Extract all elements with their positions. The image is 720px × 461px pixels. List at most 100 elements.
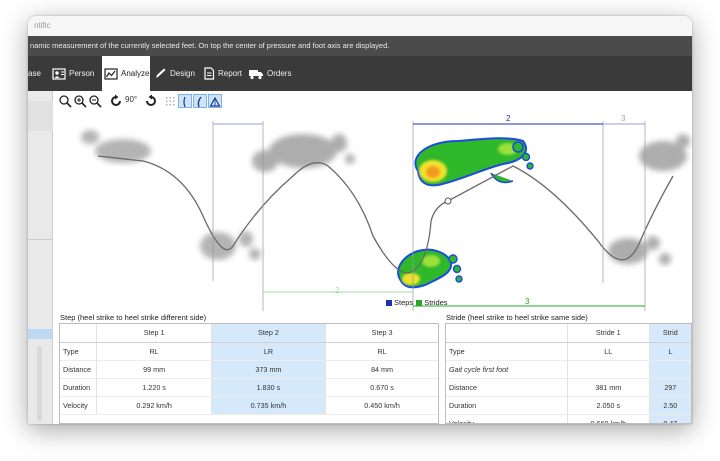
cop-marker (444, 197, 452, 205)
table-cell: 0.669 km/h (566, 414, 650, 423)
toolbar-database[interactable]: ase (28, 56, 44, 91)
footprint-gray-3 (200, 231, 261, 260)
pen-icon (156, 68, 166, 78)
row-label: Distance (446, 378, 568, 397)
toolbar-report[interactable]: Report (203, 56, 248, 91)
row-label: Distance (60, 360, 97, 379)
window-title: ntific (28, 16, 692, 36)
toolbar-design[interactable]: Design (154, 56, 198, 91)
step-panel-title: Step (heel strike to heel strike differe… (60, 313, 207, 322)
triangle-toggle[interactable] (208, 94, 222, 108)
stride-label-top-faint: 3 (621, 114, 626, 123)
table-row: Gait cycle first foot (446, 360, 691, 379)
toolbar-analyze-label: Analyze (121, 69, 150, 78)
table-cell: 99 mm (96, 360, 212, 379)
table-cell: RL (325, 342, 438, 361)
zoom-fit-icon[interactable] (58, 94, 72, 108)
left-panel-scrollbar[interactable] (37, 346, 42, 421)
table-row: Velocity 0.669 km/h 0.47 (446, 414, 691, 423)
stride-panel-title: Stride (heel strike to heel strike same … (446, 313, 588, 322)
table-cell: 381 mm (566, 378, 650, 397)
footprint-gray-2 (252, 134, 355, 172)
foot-axis-toggle[interactable] (193, 94, 207, 108)
zoom-in-icon[interactable] (73, 94, 87, 108)
table-corner (446, 324, 568, 343)
stride-label-bottom: 3 (525, 297, 530, 306)
toolbar-person[interactable]: Person (52, 56, 100, 91)
toolbar-orders-label: Orders (267, 69, 292, 78)
table-corner (60, 324, 97, 343)
table-cell: LR (210, 342, 326, 361)
center-of-pressure-path (97, 155, 674, 274)
table-cell: 0.735 km/h (210, 396, 326, 415)
left-panel-header (28, 101, 53, 131)
toolbar-person-label: Person (69, 69, 95, 78)
zoom-out-icon[interactable] (88, 94, 102, 108)
table-cell (648, 360, 691, 379)
stride-label-bottom-faint: 2 (335, 286, 340, 295)
toolbar-orders[interactable]: Orders (248, 56, 296, 91)
footprint-gray-5 (639, 134, 690, 171)
plot-legend: Steps Strides (386, 298, 448, 307)
step-col-header[interactable]: Step 3 (325, 324, 438, 343)
table-cell: L (648, 342, 691, 361)
row-label: Duration (60, 378, 97, 397)
foot-axis-icon (197, 96, 202, 108)
footprint-heatmap-2 (397, 248, 463, 289)
step-col-header[interactable]: Step 2 (210, 324, 326, 343)
table-cell: 373 mm (210, 360, 326, 379)
analysis-area: 90° 2 3 2 3 Steps Strides Step (heel str… (53, 91, 692, 424)
toolbar-database-label: ase (28, 69, 41, 78)
footprint-gray-4 (608, 236, 671, 265)
steps-swatch (386, 299, 392, 306)
main-toolbar: ase Person Analyze Design Report Orders (28, 56, 692, 91)
stride-table: Stride 1 Strid Type LL L Gait cycle firs… (445, 323, 692, 424)
toolbar-report-label: Report (218, 69, 243, 78)
row-label: Velocity (446, 414, 568, 423)
table-row: Type RL LR RL (60, 342, 438, 361)
table-row: Duration 1.220 s 1.830 s 0.670 s (60, 378, 438, 397)
analyze-chart-icon (104, 67, 118, 80)
table-row: Duration 2.050 s 2.50 (446, 396, 691, 415)
legend-strides: Strides (424, 298, 448, 307)
left-panel (28, 91, 53, 424)
stride-col-header[interactable]: Stride 1 (566, 324, 650, 343)
step-col-header[interactable]: Step 1 (96, 324, 212, 343)
left-panel-selection[interactable] (28, 329, 52, 339)
toolbar-analyze[interactable]: Analyze (102, 56, 150, 91)
rotate-angle-label: 90° (125, 95, 138, 104)
stride-label-top: 2 (506, 114, 511, 123)
table-cell: 0.670 s (325, 378, 438, 397)
table-cell: 84 mm (325, 360, 438, 379)
rotate-right-icon[interactable] (144, 94, 158, 108)
report-icon (204, 67, 215, 80)
row-label: Type (446, 342, 568, 361)
row-label: Type (60, 342, 97, 361)
triangle-icon (209, 96, 221, 107)
table-cell: 297 (648, 378, 691, 397)
strides-swatch (416, 299, 423, 306)
table-cell: 2.50 (648, 396, 691, 415)
person-card-icon (52, 67, 66, 80)
screenshot-stage: ntific namic measurement of the currentl… (0, 0, 720, 461)
table-row: Distance 381 mm 297 (446, 378, 691, 397)
table-row: Type LL L (446, 342, 691, 361)
legend-steps: Steps (394, 298, 414, 307)
table-cell (566, 360, 650, 379)
pressure-plot: 2 3 2 3 (81, 114, 690, 311)
table-row: Distance 99 mm 373 mm 84 mm (60, 360, 438, 379)
table-cell: LL (566, 342, 650, 361)
row-label: Velocity (60, 396, 97, 415)
step-line-icon (183, 96, 186, 108)
table-cell: RL (96, 342, 212, 361)
stride-col-header[interactable]: Strid (648, 324, 691, 343)
toolbar-design-label: Design (170, 69, 195, 78)
table-row: Velocity 0.292 km/h 0.735 km/h 0.450 km/… (60, 396, 438, 415)
row-label: Duration (446, 396, 568, 415)
grid-icon[interactable] (163, 94, 177, 108)
table-cell: 0.47 (648, 414, 691, 423)
step-line-toggle[interactable] (178, 94, 192, 108)
rotate-left-icon[interactable] (109, 94, 123, 108)
step-table: Step 1 Step 2 Step 3 Type RL LR RL Dista… (59, 323, 439, 424)
app-window: ntific namic measurement of the currentl… (28, 16, 692, 424)
